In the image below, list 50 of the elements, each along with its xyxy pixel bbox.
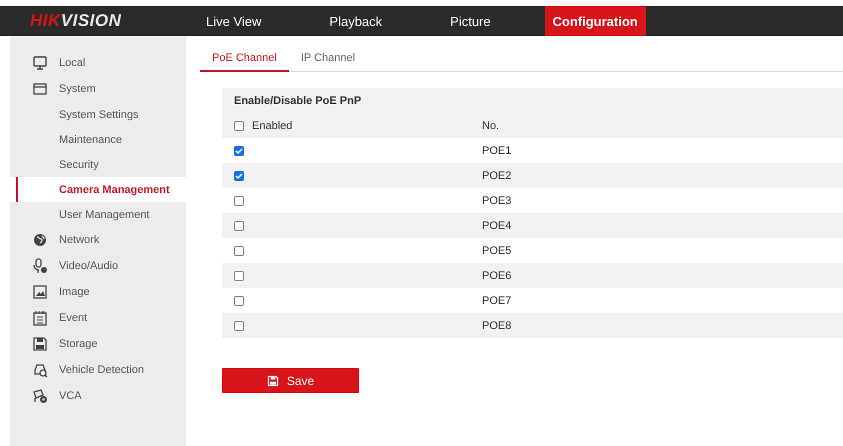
sidebar-item[interactable]: Event: [10, 305, 186, 331]
sidebar-subitem[interactable]: System Settings: [10, 102, 186, 127]
sidebar-item[interactable]: System: [10, 76, 186, 102]
save-button[interactable]: Save: [222, 368, 359, 393]
sidebar-subitem[interactable]: Security: [10, 152, 186, 177]
sidebar-item[interactable]: VCA: [10, 383, 186, 409]
table-cell: POE8: [482, 320, 512, 332]
camera-gear-icon: [32, 388, 48, 404]
nav-tab[interactable]: Picture: [436, 6, 505, 36]
sidebar-item[interactable]: Local: [10, 50, 186, 76]
table-cell: POE7: [482, 294, 512, 306]
tab[interactable]: PoE Channel: [200, 45, 289, 72]
calendar-icon: [32, 310, 48, 326]
checkbox[interactable]: [234, 220, 244, 230]
table-cell: POE4: [482, 220, 512, 232]
checkbox[interactable]: [234, 196, 244, 206]
logo: HIKVISION: [29, 11, 122, 31]
table-cell: POE6: [482, 270, 512, 282]
column-header: No.: [482, 120, 500, 132]
sidebar-item[interactable]: Image: [10, 279, 186, 305]
checkbox[interactable]: [234, 246, 244, 256]
globe-icon: [32, 232, 48, 248]
sidebar-item[interactable]: Storage: [10, 331, 186, 357]
nav-tab[interactable]: Configuration: [544, 6, 646, 36]
car-search-icon: [32, 362, 48, 378]
table-cell: POE5: [482, 244, 512, 256]
nav-tab[interactable]: Playback: [315, 6, 396, 36]
table-cell: POE1: [482, 144, 512, 156]
sidebar-item[interactable]: Network: [10, 227, 186, 253]
sidebar-item[interactable]: Video/Audio: [10, 253, 186, 279]
sidebar-subitem[interactable]: User Management: [10, 202, 186, 227]
window-icon: [32, 81, 48, 97]
checkbox[interactable]: [234, 146, 244, 156]
checkbox[interactable]: [234, 120, 244, 130]
sidebar-subitem[interactable]: Maintenance: [10, 127, 186, 152]
image-icon: [32, 284, 48, 300]
checkbox[interactable]: [234, 320, 244, 330]
column-header: Enabled: [252, 120, 292, 132]
sidebar-subitem[interactable]: Camera Management: [10, 177, 186, 202]
tab[interactable]: IP Channel: [288, 45, 368, 72]
checkbox[interactable]: [234, 170, 244, 180]
microphone-icon: [32, 258, 48, 274]
monitor-icon: [32, 55, 48, 71]
nav-tab[interactable]: Live View: [192, 6, 276, 36]
checkbox[interactable]: [234, 270, 244, 280]
table-cell: POE2: [482, 170, 512, 182]
table-title: Enable/Disable PoE PnP: [234, 94, 362, 106]
checkbox[interactable]: [234, 296, 244, 306]
sidebar-item[interactable]: Vehicle Detection: [10, 357, 186, 383]
table-cell: POE3: [482, 194, 512, 206]
